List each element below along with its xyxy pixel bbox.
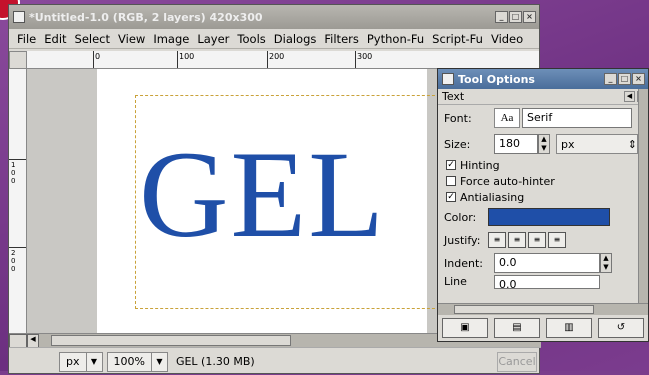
menu-file[interactable]: File: [13, 32, 40, 46]
indent-spinner[interactable]: ▲ ▼: [600, 253, 612, 273]
justify-right-icon[interactable]: ≡: [508, 232, 526, 248]
cancel-button[interactable]: Cancel: [497, 352, 537, 372]
scrollbar-thumb[interactable]: [454, 305, 594, 314]
menu-python-fu[interactable]: Python-Fu: [363, 32, 428, 46]
size-spinner[interactable]: ▲ ▼: [538, 134, 550, 154]
tool-options-button-bar: ▣ ▤ ▥ ↺: [438, 315, 648, 341]
line-spacing-row: Line 0.0: [438, 275, 648, 293]
delete-options-icon[interactable]: ▥: [546, 318, 592, 338]
chevron-down-icon: ▼: [150, 352, 167, 371]
ruler-tick: [93, 51, 94, 68]
font-name-input[interactable]: Serif: [522, 108, 632, 128]
minimize-button[interactable]: _: [495, 11, 508, 23]
scrollbar-thumb[interactable]: [51, 335, 291, 346]
menu-video[interactable]: Video: [487, 32, 527, 46]
chevron-down-icon: ▼: [85, 352, 102, 371]
minimize-button[interactable]: _: [604, 73, 617, 85]
justify-center-icon[interactable]: ≡: [528, 232, 546, 248]
chevron-updown-icon: ⇕: [627, 137, 637, 151]
ruler-tick: [177, 51, 178, 68]
justify-left-icon[interactable]: ≡: [488, 232, 506, 248]
indent-input[interactable]: 0.0: [494, 253, 600, 273]
check-icon: ✓: [446, 192, 456, 202]
menubar: File Edit Select View Image Layer Tools …: [9, 29, 539, 49]
color-row: Color:: [438, 205, 648, 229]
ruler-label: 0: [95, 52, 101, 61]
canvas-area[interactable]: GEL: [27, 69, 441, 333]
menu-tools[interactable]: Tools: [233, 32, 269, 46]
size-row: Size: 180 ▲ ▼ px ⇕: [444, 134, 638, 154]
status-message: GEL (1.30 MB): [175, 355, 255, 368]
hinting-checkbox[interactable]: ✓ Hinting: [438, 157, 648, 173]
close-button[interactable]: ×: [523, 11, 536, 23]
ruler-label: 200: [269, 52, 285, 61]
quick-mask-toggle[interactable]: [9, 334, 27, 348]
menu-script-fu[interactable]: Script-Fu: [428, 32, 487, 46]
font-picker-button[interactable]: Aa: [494, 108, 520, 128]
scroll-left-arrow[interactable]: ◀: [27, 334, 39, 348]
ruler-label: 100: [11, 161, 16, 185]
check-icon: ✓: [446, 160, 456, 170]
force-autohinter-checkbox[interactable]: Force auto-hinter: [438, 173, 648, 189]
ruler-tick: [9, 247, 26, 248]
tool-options-titlebar[interactable]: Tool Options _ □ ×: [438, 69, 648, 89]
tab-text[interactable]: Text ◀ ×: [438, 89, 648, 105]
tab-menu-icon[interactable]: ◀: [624, 91, 635, 102]
size-unit-select[interactable]: px ⇕: [556, 134, 638, 154]
window-title: Tool Options: [458, 72, 535, 86]
justify-row: Justify: ≡ ≡ ≡ ≡: [438, 229, 648, 251]
justify-fill-icon[interactable]: ≡: [548, 232, 566, 248]
tool-options-vertical-scrollbar[interactable]: [638, 89, 648, 303]
menu-edit[interactable]: Edit: [40, 32, 70, 46]
font-row: Font: Aa Serif: [438, 105, 648, 131]
indent-row: Indent: 0.0 ▲ ▼: [438, 251, 648, 275]
vertical-ruler[interactable]: 100 200: [9, 69, 27, 333]
save-options-icon[interactable]: ▣: [442, 318, 488, 338]
reset-options-icon[interactable]: ↺: [598, 318, 644, 338]
ruler-label: 200: [11, 249, 16, 273]
menu-filters[interactable]: Filters: [320, 32, 362, 46]
window-icon: [13, 11, 25, 23]
maximize-button[interactable]: □: [618, 73, 631, 85]
menu-dialogs[interactable]: Dialogs: [270, 32, 321, 46]
window-icon: [442, 73, 454, 85]
restore-options-icon[interactable]: ▤: [494, 318, 540, 338]
zoom-select[interactable]: 100% ▼: [106, 351, 168, 372]
menu-image[interactable]: Image: [149, 32, 193, 46]
ruler-tick: [9, 159, 26, 160]
ruler-label: 300: [357, 52, 373, 61]
menu-view[interactable]: View: [114, 32, 149, 46]
ruler-tick: [267, 51, 268, 68]
ruler-tick: [355, 51, 356, 68]
antialiasing-checkbox[interactable]: ✓ Antialiasing: [438, 189, 648, 205]
tool-options-horizontal-scrollbar[interactable]: [438, 303, 648, 315]
ruler-label: 100: [179, 52, 195, 61]
horizontal-ruler[interactable]: 0 100 200 300: [27, 51, 539, 69]
close-button[interactable]: ×: [632, 73, 645, 85]
menu-select[interactable]: Select: [71, 32, 114, 46]
line-spacing-input[interactable]: 0.0: [494, 275, 600, 289]
ruler-corner-button[interactable]: [9, 51, 27, 69]
maximize-button[interactable]: □: [509, 11, 522, 23]
window-title: *Untitled-1.0 (RGB, 2 layers) 420x300: [29, 10, 263, 24]
image-window-titlebar[interactable]: *Untitled-1.0 (RGB, 2 layers) 420x300 _ …: [9, 5, 539, 29]
tool-options-window: Tool Options _ □ × Text ◀ × Font: Aa Ser…: [437, 68, 649, 342]
canvas-text-layer[interactable]: GEL: [139, 133, 386, 257]
menu-layer[interactable]: Layer: [193, 32, 233, 46]
size-input[interactable]: 180: [494, 134, 538, 154]
unit-select[interactable]: px ▼: [59, 351, 103, 372]
text-color-button[interactable]: [488, 208, 610, 226]
